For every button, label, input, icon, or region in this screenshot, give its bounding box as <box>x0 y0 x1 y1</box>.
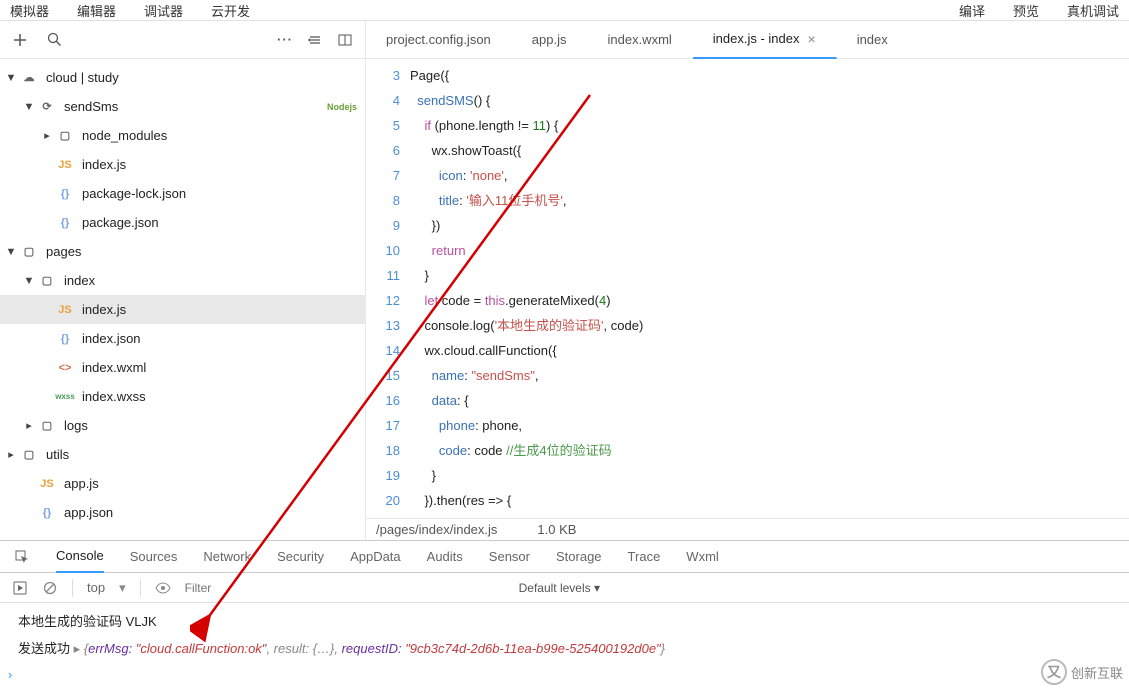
split-icon[interactable] <box>337 32 353 48</box>
devtools-tab-appdata[interactable]: AppData <box>350 541 401 573</box>
tree-logs[interactable]: ▸▢logs <box>0 411 365 440</box>
devtools-tab-trace[interactable]: Trace <box>628 541 661 573</box>
tab-app-js[interactable]: app.js <box>512 21 588 59</box>
search-icon[interactable] <box>46 32 62 48</box>
tab-project-config[interactable]: project.config.json <box>366 21 512 59</box>
file-tree: ▼☁cloud | study ▼⟳sendSmsNodejs ▸▢node_m… <box>0 59 365 540</box>
tree-sendsms[interactable]: ▼⟳sendSmsNodejs <box>0 92 365 121</box>
folder-icon: ▢ <box>18 245 40 258</box>
tree-app-js[interactable]: JSapp.js <box>0 469 365 498</box>
close-icon[interactable]: × <box>808 31 816 47</box>
menu-editor[interactable]: 编辑器 <box>77 1 116 20</box>
play-icon[interactable] <box>12 580 28 596</box>
nodejs-badge: Nodejs <box>327 102 357 112</box>
devtools-tab-audits[interactable]: Audits <box>427 541 463 573</box>
folder-icon: ▢ <box>18 448 40 461</box>
menu-compile[interactable]: 编译 <box>959 1 985 20</box>
more-icon[interactable]: ··· <box>277 32 293 47</box>
tree-utils[interactable]: ▸▢utils <box>0 440 365 469</box>
console-prompt[interactable]: › <box>0 665 1129 684</box>
tab-index[interactable]: index <box>837 21 909 59</box>
status-path: /pages/index/index.js <box>376 522 497 537</box>
console-line: 发送成功 ▸ {errMsg: "cloud.callFunction:ok",… <box>18 634 1111 661</box>
menu-simulator[interactable]: 模拟器 <box>10 1 49 20</box>
cloud-fn-icon: ⟳ <box>36 100 58 113</box>
tab-index-wxml[interactable]: index.wxml <box>587 21 692 59</box>
folder-icon: ▢ <box>54 129 76 142</box>
collapse-icon[interactable] <box>307 32 323 48</box>
tree-pages[interactable]: ▼▢pages <box>0 237 365 266</box>
tree-cloud-index-js[interactable]: JSindex.js <box>0 150 365 179</box>
devtools: Console Sources Network Security AppData… <box>0 540 1129 684</box>
cloud-icon: ☁ <box>18 71 40 84</box>
tree-package-json[interactable]: {}package.json <box>0 208 365 237</box>
console-levels[interactable]: Default levels ▾ <box>519 581 600 595</box>
menu-real-device[interactable]: 真机调试 <box>1067 1 1119 20</box>
devtools-tab-console[interactable]: Console <box>56 541 104 573</box>
editor-tabs: project.config.json app.js index.wxml in… <box>366 21 1129 59</box>
console-filter-input[interactable] <box>185 581 505 595</box>
inspect-icon[interactable] <box>14 549 30 565</box>
menu-debugger[interactable]: 调试器 <box>144 1 183 20</box>
add-icon[interactable] <box>12 32 28 48</box>
top-menu: 模拟器 编辑器 调试器 云开发 编译 预览 真机调试 <box>0 0 1129 20</box>
folder-open-icon: ▢ <box>36 274 58 287</box>
devtools-tab-sensor[interactable]: Sensor <box>489 541 530 573</box>
devtools-tab-wxml[interactable]: Wxml <box>686 541 719 573</box>
menu-preview[interactable]: 预览 <box>1013 1 1039 20</box>
sidebar: ··· ▼☁cloud | study ▼⟳sendSmsNodejs ▸▢no… <box>0 21 366 540</box>
console-output: 本地生成的验证码 VLJK 发送成功 ▸ {errMsg: "cloud.cal… <box>0 603 1129 665</box>
code-editor[interactable]: 34567891011121314151617181920 Page({ sen… <box>366 59 1129 518</box>
tree-index-folder[interactable]: ▼▢index <box>0 266 365 295</box>
status-size: 1.0 KB <box>537 522 576 537</box>
brand-watermark: 又 创新互联 <box>1041 659 1123 685</box>
tree-index-wxml[interactable]: <>index.wxml <box>0 353 365 382</box>
status-bar: /pages/index/index.js 1.0 KB <box>366 518 1129 540</box>
devtools-tab-network[interactable]: Network <box>203 541 251 573</box>
devtools-tab-storage[interactable]: Storage <box>556 541 602 573</box>
tab-index-js[interactable]: index.js - index× <box>693 21 837 59</box>
console-line: 本地生成的验证码 VLJK <box>18 607 1111 634</box>
editor: project.config.json app.js index.wxml in… <box>366 21 1129 540</box>
tree-index-js[interactable]: JSindex.js <box>0 295 365 324</box>
tree-index-wxss[interactable]: wxssindex.wxss <box>0 382 365 411</box>
devtools-tab-sources[interactable]: Sources <box>130 541 178 573</box>
menu-cloud[interactable]: 云开发 <box>211 1 250 20</box>
tree-node-modules[interactable]: ▸▢node_modules <box>0 121 365 150</box>
folder-icon: ▢ <box>36 419 58 432</box>
tree-cloud-root[interactable]: ▼☁cloud | study <box>0 63 365 92</box>
clear-icon[interactable] <box>42 580 58 596</box>
console-context[interactable]: top <box>87 580 105 595</box>
tree-package-lock[interactable]: {}package-lock.json <box>0 179 365 208</box>
devtools-tab-security[interactable]: Security <box>277 541 324 573</box>
tree-app-json[interactable]: {}app.json <box>0 498 365 527</box>
eye-icon[interactable] <box>155 580 171 596</box>
tree-index-json[interactable]: {}index.json <box>0 324 365 353</box>
